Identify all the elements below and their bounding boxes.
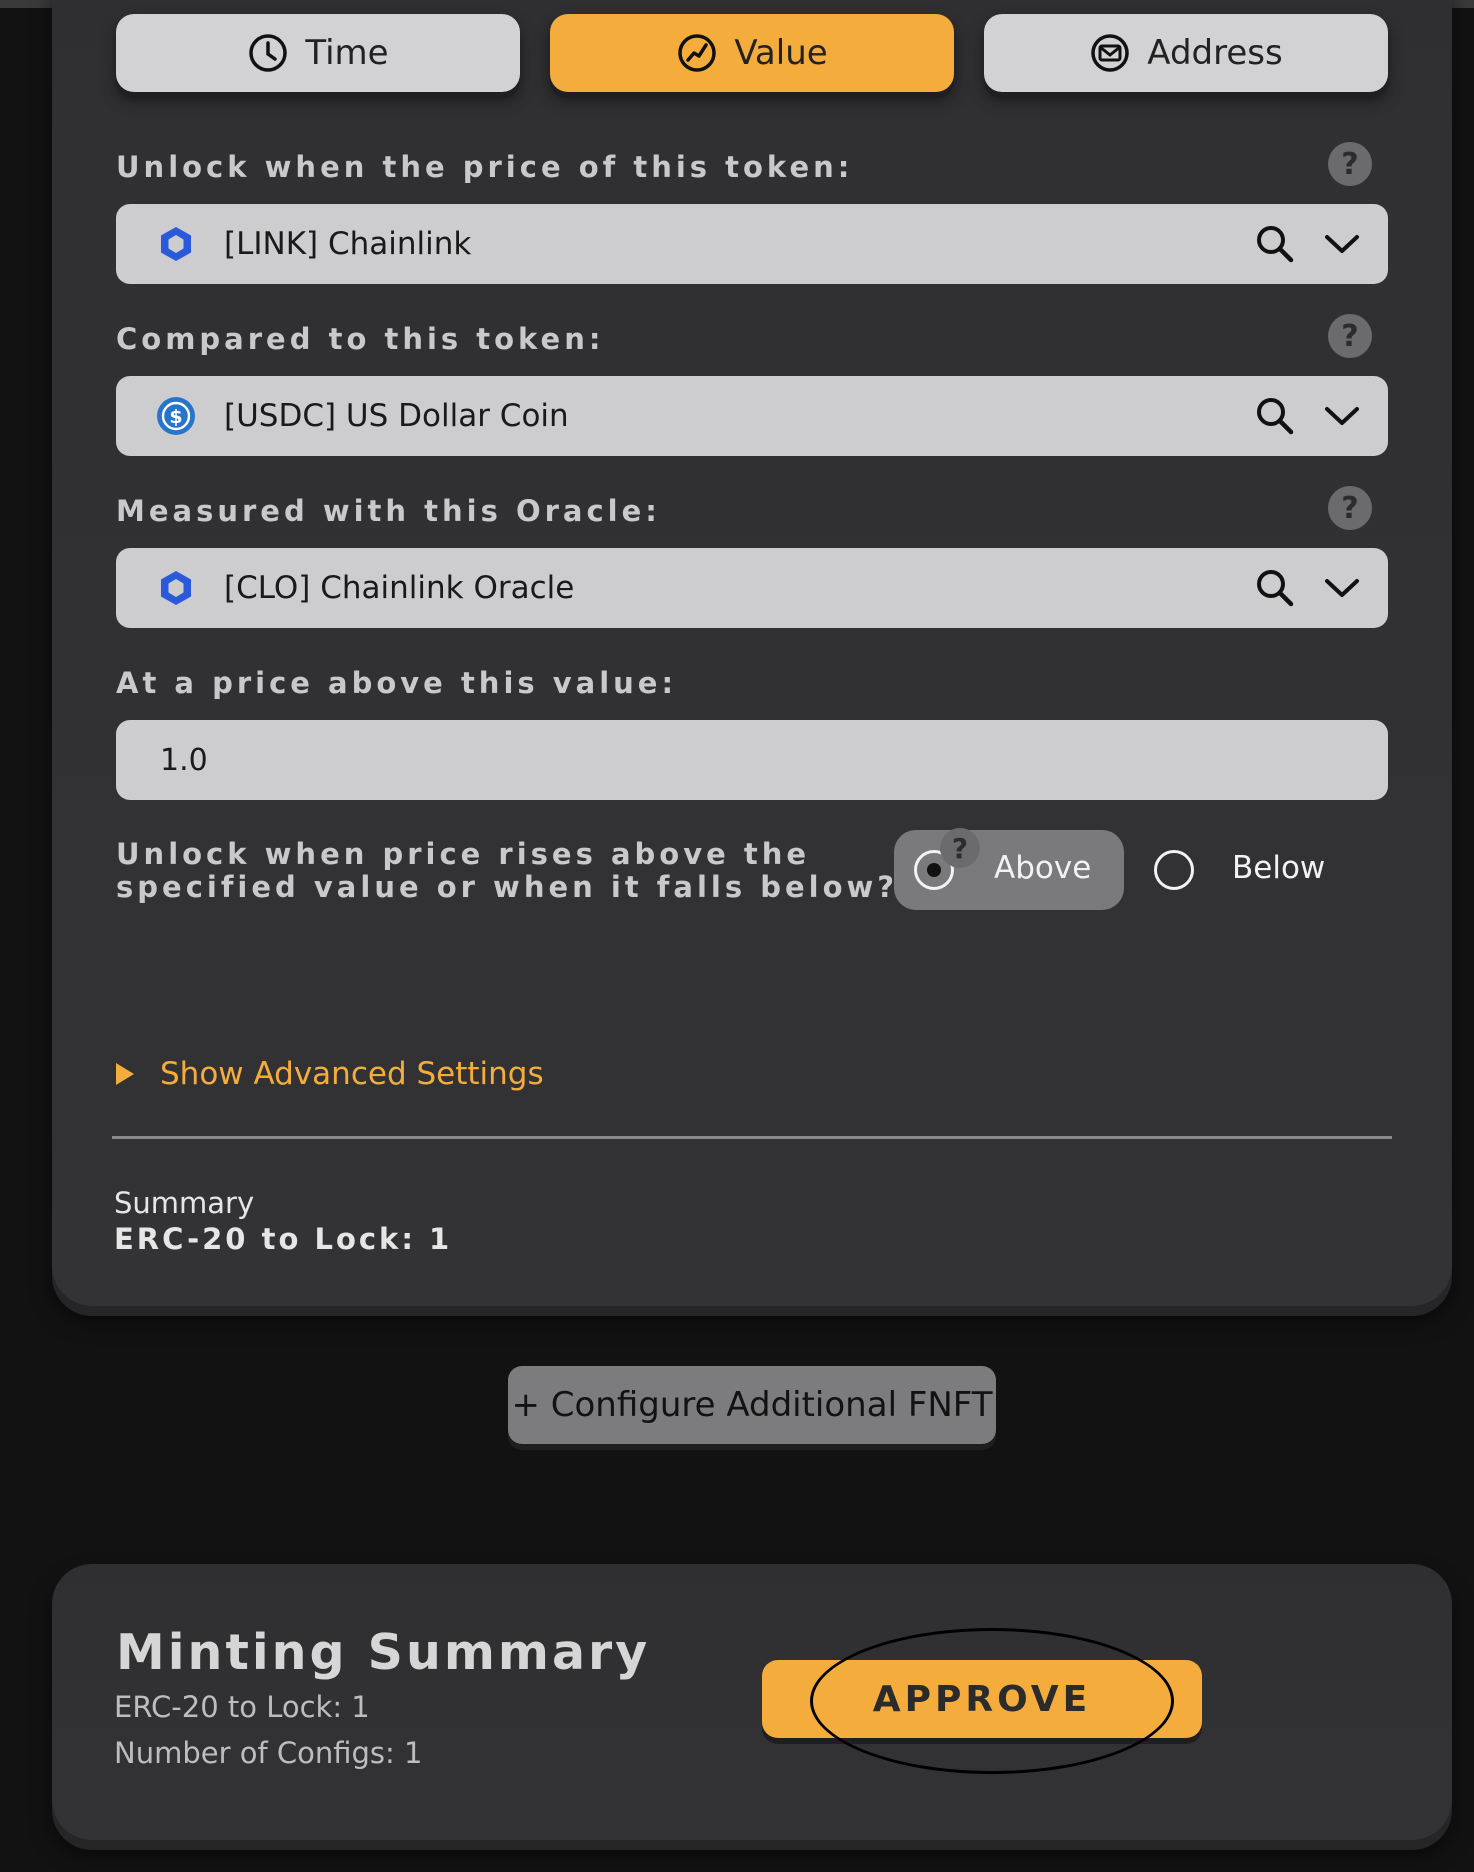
advanced-settings-label: Show Advanced Settings [160, 1056, 544, 1092]
unlock-token-value: [LINK] Chainlink [224, 226, 472, 262]
search-icon[interactable] [1254, 395, 1296, 437]
direction-question: Unlock when price rises above the specif… [116, 838, 898, 904]
configure-additional-fnft-button[interactable]: + Configure Additional FNFT [508, 1366, 996, 1444]
chart-icon [676, 32, 718, 74]
tab-label: Value [734, 33, 828, 73]
unlock-token-select[interactable]: [LINK] Chainlink [116, 204, 1388, 284]
chainlink-icon [156, 568, 196, 608]
chevron-down-icon[interactable] [1322, 398, 1362, 434]
tab-label: Time [305, 33, 389, 73]
tab-address[interactable]: Address [984, 14, 1388, 92]
summary-heading: Summary [114, 1186, 255, 1220]
help-icon[interactable]: ? [1328, 142, 1372, 186]
minting-line-configs: Number of Configs: 1 [114, 1736, 423, 1770]
oracle-value: [CLO] Chainlink Oracle [224, 570, 575, 606]
price-input[interactable]: 1.0 [116, 720, 1388, 800]
usdc-icon: $ [156, 396, 196, 436]
help-icon[interactable]: ? [940, 828, 980, 868]
minting-line-erc20: ERC-20 to Lock: 1 [114, 1690, 370, 1724]
direction-question-line1: Unlock when price rises above the [116, 837, 811, 871]
advanced-settings-toggle[interactable]: Show Advanced Settings [116, 1056, 544, 1092]
tab-label: Address [1147, 33, 1283, 73]
compare-token-value: [USDC] US Dollar Coin [224, 398, 569, 434]
direction-question-line2: specified value or when it falls below? [116, 870, 899, 904]
below-radio[interactable] [1154, 850, 1194, 890]
search-icon[interactable] [1254, 567, 1296, 609]
summary-value: ERC-20 to Lock: 1 [114, 1222, 453, 1256]
clock-icon [247, 32, 289, 74]
compare-token-select[interactable]: $ [USDC] US Dollar Coin [116, 376, 1388, 456]
chevron-down-icon[interactable] [1322, 226, 1362, 262]
chevron-down-icon[interactable] [1322, 570, 1362, 606]
oracle-select[interactable]: [CLO] Chainlink Oracle [116, 548, 1388, 628]
price-value: 1.0 [160, 742, 208, 778]
help-icon[interactable]: ? [1328, 314, 1372, 358]
lock-config-card [52, 0, 1452, 1306]
above-label: Above [994, 850, 1092, 886]
divider [112, 1136, 1392, 1139]
minting-summary-title: Minting Summary [116, 1624, 651, 1681]
tab-time[interactable]: Time [116, 14, 520, 92]
unlock-token-label: Unlock when the price of this token: [116, 150, 854, 184]
triangle-right-icon [116, 1063, 134, 1085]
tab-value[interactable]: Value [550, 14, 954, 92]
oracle-label: Measured with this Oracle: [116, 494, 661, 528]
below-label: Below [1232, 850, 1326, 886]
price-label: At a price above this value: [116, 666, 678, 700]
mail-icon [1089, 32, 1131, 74]
compare-token-label: Compared to this token: [116, 322, 605, 356]
approve-button[interactable]: APPROVE [762, 1660, 1202, 1738]
help-icon[interactable]: ? [1328, 486, 1372, 530]
chainlink-icon [156, 224, 196, 264]
svg-text:$: $ [169, 406, 182, 428]
search-icon[interactable] [1254, 223, 1296, 265]
